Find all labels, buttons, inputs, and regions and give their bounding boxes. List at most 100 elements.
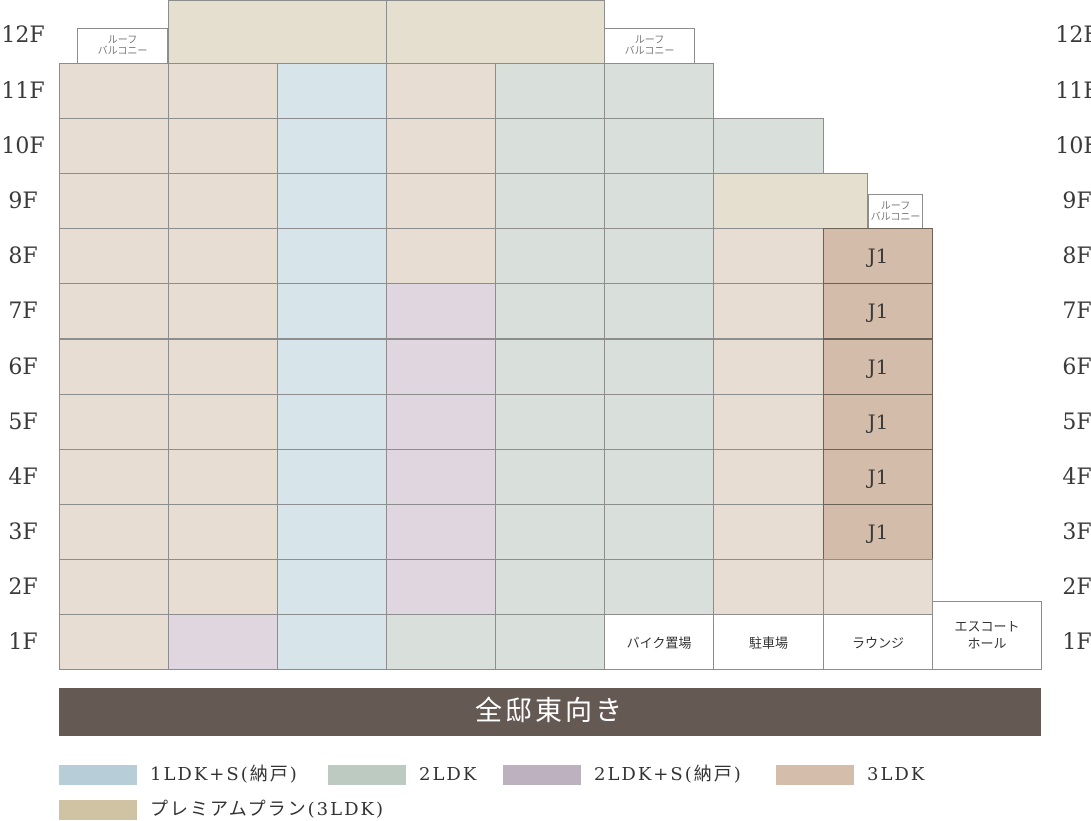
unit-cell-r8-c3 xyxy=(277,228,387,284)
unit-cell-r2-c1 xyxy=(59,559,169,615)
unit-cell-r6-c3 xyxy=(277,339,387,395)
unit-cell-r5-c1 xyxy=(59,394,169,450)
legend-label: 2LDK xyxy=(419,764,479,785)
unit-cell-r8-c2 xyxy=(168,228,278,284)
unit-cell-r4-c5 xyxy=(495,449,605,505)
unit-cell-r1-c3 xyxy=(277,614,387,670)
unit-cell-r4-c2 xyxy=(168,449,278,505)
legend-swatch xyxy=(503,765,581,785)
unit-cell-r3-c2 xyxy=(168,504,278,560)
unit-cell-r8-c7 xyxy=(713,228,824,284)
unit-cell-r2-c5 xyxy=(495,559,605,615)
unit-cell-r5-c6 xyxy=(604,394,714,450)
unit-cell-r3-c5 xyxy=(495,504,605,560)
legend-swatch xyxy=(328,765,406,785)
unit-cell-r11-c6 xyxy=(604,63,714,119)
unit-cell-r5-c4 xyxy=(386,394,496,450)
unit-cell-roof-9: ルーフ バルコニー xyxy=(868,194,923,229)
unit-cell-r5-c3 xyxy=(277,394,387,450)
unit-cell-r3-c1 xyxy=(59,504,169,560)
unit-cell-r2-c4 xyxy=(386,559,496,615)
legend-label: 1LDK+S(納戸) xyxy=(150,764,299,785)
unit-cell-r7-c7 xyxy=(713,283,824,339)
orientation-banner: 全邸東向き xyxy=(59,688,1041,736)
unit-cell-label: ラウンジ xyxy=(851,636,904,652)
legend-label: 2LDK+S(納戸) xyxy=(594,764,743,785)
unit-cell-label: バイク置場 xyxy=(626,636,692,652)
unit-cell-r11-c2 xyxy=(168,63,278,119)
unit-cell-r8-c5 xyxy=(495,228,605,284)
unit-cell-r6-c5 xyxy=(495,339,605,395)
unit-cell-r5-c8: J1 xyxy=(823,394,933,450)
unit-cell-r1-c4 xyxy=(386,614,496,670)
unit-cell-r6-c1 xyxy=(59,339,169,395)
unit-cell-r12-c2 xyxy=(168,0,387,64)
legend-swatch xyxy=(776,765,854,785)
unit-cell-r5-c5 xyxy=(495,394,605,450)
unit-cell-car-parking: 駐車場 xyxy=(713,614,824,670)
unit-cell-r4-c8: J1 xyxy=(823,449,933,505)
unit-cell-r9-c1 xyxy=(59,173,169,229)
unit-cell-label: J1 xyxy=(867,355,889,379)
unit-cell-escort-hall: エスコート ホール xyxy=(932,601,1042,670)
unit-cell-r2-c7 xyxy=(713,559,824,615)
unit-cell-r5-c7 xyxy=(713,394,824,450)
unit-cell-label: J1 xyxy=(867,244,889,268)
unit-cell-r7-c5 xyxy=(495,283,605,339)
unit-cell-r10-c7 xyxy=(713,118,824,174)
unit-cell-r9-c5 xyxy=(495,173,605,229)
unit-cell-r7-c3 xyxy=(277,283,387,339)
unit-cell-label: ルーフ バルコニー xyxy=(97,35,148,57)
unit-cell-r7-c2 xyxy=(168,283,278,339)
unit-cell-r9-c4 xyxy=(386,173,496,229)
unit-cell-r10-c3 xyxy=(277,118,387,174)
legend-label: プレミアムプラン(3LDK) xyxy=(150,799,385,820)
unit-cell-r3-c3 xyxy=(277,504,387,560)
unit-cell-roof-12-left: ルーフ バルコニー xyxy=(77,28,168,64)
unit-cell-r6-c4 xyxy=(386,339,496,395)
unit-cell-r8-c6 xyxy=(604,228,714,284)
unit-cell-r7-c4 xyxy=(386,283,496,339)
unit-cell-r4-c6 xyxy=(604,449,714,505)
unit-cell-r10-c5 xyxy=(495,118,605,174)
unit-cell-label: ルーフ バルコニー xyxy=(624,35,675,57)
unit-cell-r3-c8: J1 xyxy=(823,504,933,560)
unit-cell-r10-c2 xyxy=(168,118,278,174)
legend-label: 3LDK xyxy=(867,764,927,785)
unit-cell-r3-c6 xyxy=(604,504,714,560)
unit-cell-r2-c3 xyxy=(277,559,387,615)
unit-cell-r11-c3 xyxy=(277,63,387,119)
unit-cell-r4-c3 xyxy=(277,449,387,505)
legend-swatch xyxy=(59,800,137,820)
unit-cell-r12-c3 xyxy=(386,0,605,64)
unit-cell-r11-c4 xyxy=(386,63,496,119)
unit-cell-r11-c1 xyxy=(59,63,169,119)
unit-cell-label: J1 xyxy=(867,465,889,489)
unit-cell-r2-c8 xyxy=(823,559,933,615)
unit-cell-r4-c4 xyxy=(386,449,496,505)
unit-cell-r4-c1 xyxy=(59,449,169,505)
unit-cell-label: エスコート ホール xyxy=(954,619,1020,652)
unit-cell-r6-c7 xyxy=(713,339,824,395)
unit-cell-r3-c4 xyxy=(386,504,496,560)
unit-cell-r8-c8: J1 xyxy=(823,228,933,284)
unit-cell-label: ルーフ バルコニー xyxy=(870,200,921,223)
unit-cell-r7-c6 xyxy=(604,283,714,339)
unit-cell-r10-c4 xyxy=(386,118,496,174)
unit-cell-r3-c7 xyxy=(713,504,824,560)
unit-cell-bike-parking: バイク置場 xyxy=(604,614,714,670)
unit-cell-roof-12-right: ルーフ バルコニー xyxy=(604,28,695,64)
unit-cell-lounge: ラウンジ xyxy=(823,614,933,670)
unit-cell-r9-c2 xyxy=(168,173,278,229)
unit-cell-r6-c6 xyxy=(604,339,714,395)
unit-cell-r11-c5 xyxy=(495,63,605,119)
unit-cell-r4-c7 xyxy=(713,449,824,505)
legend-swatch xyxy=(59,765,137,785)
unit-cell-r8-c1 xyxy=(59,228,169,284)
unit-cell-r6-c8: J1 xyxy=(823,339,933,395)
unit-cell-r6-c2 xyxy=(168,339,278,395)
unit-cell-r1-c2 xyxy=(168,614,278,670)
unit-cell-label: 駐車場 xyxy=(748,636,788,652)
unit-cell-r9-c3 xyxy=(277,173,387,229)
unit-cell-r10-c1 xyxy=(59,118,169,174)
